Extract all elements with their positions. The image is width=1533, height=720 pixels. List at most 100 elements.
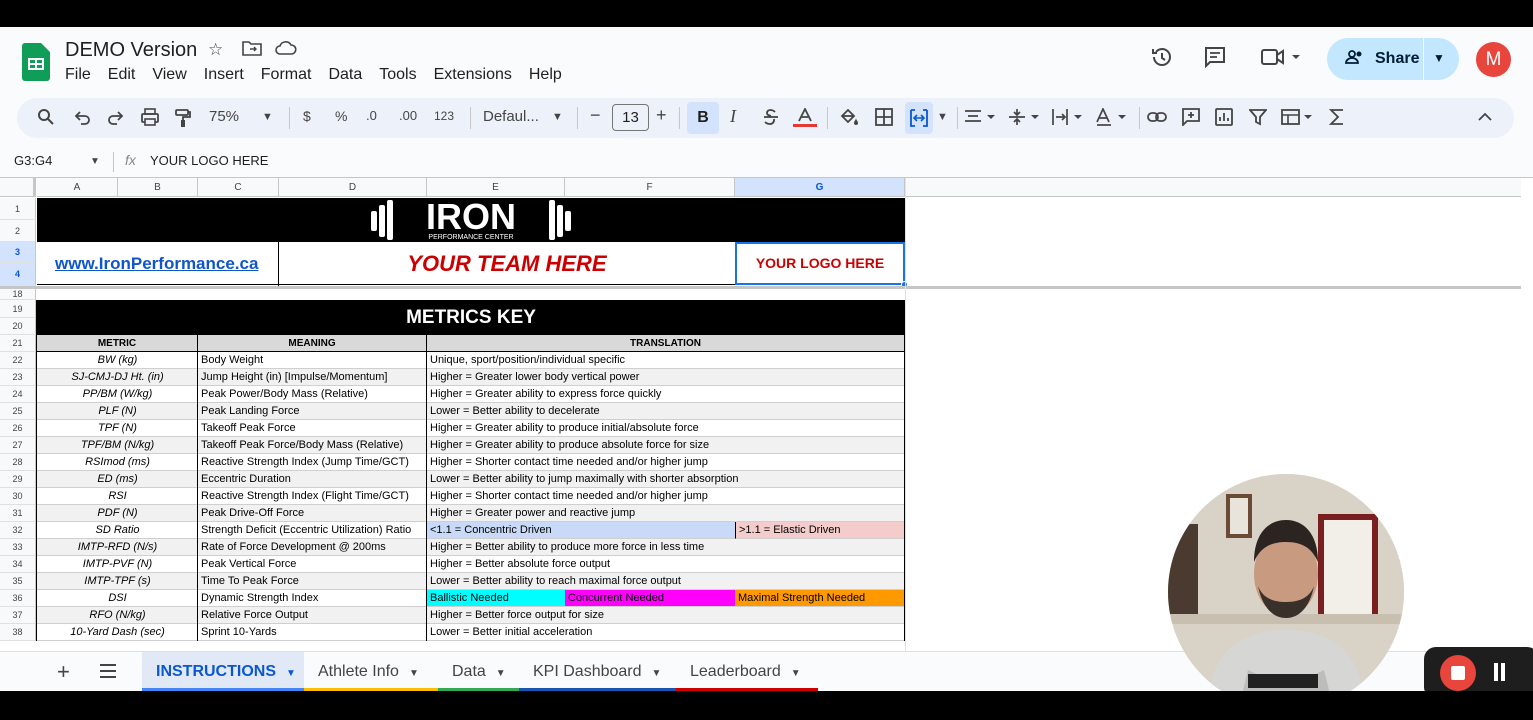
column-header-g[interactable]: G	[735, 178, 905, 197]
menu-file[interactable]: File	[65, 66, 91, 84]
bold-button[interactable]: B	[687, 102, 719, 134]
row-header[interactable]: 33	[0, 539, 36, 556]
merge-dropdown-icon[interactable]: ▼	[937, 111, 948, 123]
row-header[interactable]: 28	[0, 454, 36, 471]
strikethrough-icon[interactable]	[762, 108, 780, 131]
document-title[interactable]: DEMO Version	[65, 39, 197, 62]
stop-recording-button[interactable]	[1440, 655, 1476, 691]
metric-cell[interactable]: BW (kg)	[37, 352, 198, 369]
row-header[interactable]: 20	[0, 318, 36, 335]
translation-cell[interactable]: Higher = Shorter contact time needed and…	[427, 488, 905, 505]
tab-dropdown-icon[interactable]: ▼	[652, 668, 662, 679]
name-box[interactable]: G3:G4	[14, 153, 52, 168]
merge-cells-button[interactable]	[905, 102, 933, 134]
tab-dropdown-icon[interactable]: ▼	[496, 668, 506, 679]
insert-comment-icon[interactable]	[1181, 108, 1201, 131]
row-header[interactable]: 22	[0, 352, 36, 369]
column-header-b[interactable]: B	[118, 178, 198, 197]
row-header[interactable]: 29	[0, 471, 36, 488]
meaning-cell[interactable]: Jump Height (in) [Impulse/Momentum]	[198, 369, 427, 386]
row-header[interactable]: 25	[0, 403, 36, 420]
metric-cell[interactable]: RSI	[37, 488, 198, 505]
name-box-dropdown-icon[interactable]: ▼	[90, 156, 100, 167]
decrease-font-size-button[interactable]: −	[590, 105, 601, 126]
horizontal-align-icon[interactable]	[964, 108, 1000, 131]
share-dropdown-icon[interactable]: ▼	[1433, 51, 1445, 65]
increase-decimal-button[interactable]: .00	[399, 108, 417, 123]
translation-cell[interactable]: Higher = Greater lower body vertical pow…	[427, 369, 905, 386]
meaning-cell[interactable]: Reactive Strength Index (Flight Time/GCT…	[198, 488, 427, 505]
tab-dropdown-icon[interactable]: ▼	[791, 668, 801, 679]
translation-cell[interactable]: Ballistic Needed	[427, 590, 565, 607]
undo-icon[interactable]	[73, 108, 91, 131]
metric-cell[interactable]: SJ-CMJ-DJ Ht. (in)	[37, 369, 198, 386]
row-header[interactable]: 26	[0, 420, 36, 437]
row-header[interactable]: 2	[0, 220, 36, 242]
row-header[interactable]: 38	[0, 624, 36, 641]
meaning-cell[interactable]: Relative Force Output	[198, 607, 427, 624]
share-button[interactable]: Share ▼	[1327, 38, 1459, 80]
metric-cell[interactable]: PLF (N)	[37, 403, 198, 420]
metric-cell[interactable]: RFO (N/kg)	[37, 607, 198, 624]
translation-cell[interactable]: Higher = Greater ability to produce abso…	[427, 437, 905, 454]
translation-cell[interactable]: Lower = Better ability to decelerate	[427, 403, 905, 420]
meaning-cell[interactable]: Strength Deficit (Eccentric Utilization)…	[198, 522, 427, 539]
column-header-f[interactable]: F	[565, 178, 735, 197]
version-history-icon[interactable]	[1150, 45, 1174, 75]
metric-cell[interactable]: TPF (N)	[37, 420, 198, 437]
row-header[interactable]: 31	[0, 505, 36, 522]
currency-format-button[interactable]: $	[303, 108, 311, 124]
metric-cell[interactable]: DSI	[37, 590, 198, 607]
number-format-button[interactable]: 123	[434, 109, 454, 123]
column-header-a[interactable]: A	[37, 178, 118, 197]
tab-kpi-dashboard[interactable]: KPI Dashboard ▼	[519, 652, 676, 691]
italic-button[interactable]: I	[730, 106, 736, 127]
translation-cell[interactable]: Concurrent Needed	[565, 590, 735, 607]
metric-cell[interactable]: IMTP-TPF (s)	[37, 573, 198, 590]
star-icon[interactable]: ☆	[208, 40, 223, 60]
meaning-cell[interactable]: Time To Peak Force	[198, 573, 427, 590]
menu-help[interactable]: Help	[529, 66, 562, 84]
metric-cell[interactable]: RSImod (ms)	[37, 454, 198, 471]
menu-view[interactable]: View	[152, 66, 186, 84]
sheets-logo-icon[interactable]	[22, 43, 50, 81]
metric-cell[interactable]: ED (ms)	[37, 471, 198, 488]
menu-extensions[interactable]: Extensions	[434, 66, 512, 84]
formula-input[interactable]: YOUR LOGO HERE	[150, 153, 268, 168]
row-header[interactable]: 32	[0, 522, 36, 539]
translation-cell[interactable]: Lower = Better ability to reach maximal …	[427, 573, 905, 590]
tab-dropdown-icon[interactable]: ▼	[409, 668, 419, 679]
redo-icon[interactable]	[107, 108, 125, 131]
row-header[interactable]: 23	[0, 369, 36, 386]
move-folder-icon[interactable]	[242, 40, 262, 61]
translation-cell[interactable]: Higher = Better ability to produce more …	[427, 539, 905, 556]
row-header[interactable]: 21	[0, 335, 36, 352]
search-menus-icon[interactable]	[37, 108, 55, 131]
column-header-d[interactable]: D	[279, 178, 427, 197]
row-header[interactable]: 18	[0, 289, 36, 300]
meaning-cell[interactable]: Eccentric Duration	[198, 471, 427, 488]
row-header[interactable]: 27	[0, 437, 36, 454]
font-size-input[interactable]: 13	[612, 104, 649, 131]
translation-cell[interactable]: Higher = Better force output for size	[427, 607, 905, 624]
meaning-cell[interactable]: Peak Power/Body Mass (Relative)	[198, 386, 427, 403]
meaning-cell[interactable]: Body Weight	[198, 352, 427, 369]
meaning-cell[interactable]: Dynamic Strength Index	[198, 590, 427, 607]
insert-chart-icon[interactable]	[1215, 108, 1233, 131]
row-header[interactable]: 36	[0, 590, 36, 607]
meaning-cell[interactable]: Peak Drive-Off Force	[198, 505, 427, 522]
functions-icon[interactable]	[1328, 108, 1345, 131]
filter-icon[interactable]	[1248, 108, 1268, 131]
metric-cell[interactable]: PDF (N)	[37, 505, 198, 522]
font-select[interactable]: Defaul...	[483, 108, 539, 125]
print-icon[interactable]	[140, 108, 160, 131]
row-header[interactable]: 24	[0, 386, 36, 403]
team-name-cell[interactable]: YOUR TEAM HERE	[279, 251, 735, 277]
percent-format-button[interactable]: %	[335, 108, 347, 124]
meaning-cell[interactable]: Sprint 10-Yards	[198, 624, 427, 641]
logo-placeholder-cell[interactable]: YOUR LOGO HERE	[735, 242, 905, 285]
add-sheet-icon[interactable]: +	[57, 659, 70, 685]
tab-data[interactable]: Data ▼	[438, 652, 519, 691]
comments-icon[interactable]	[1203, 45, 1227, 75]
insert-link-icon[interactable]	[1147, 108, 1167, 131]
